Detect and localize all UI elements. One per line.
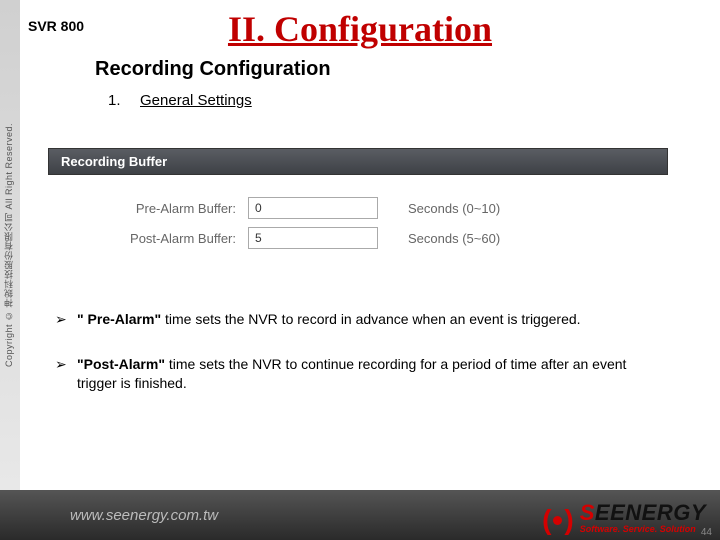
list-item: ➢ " Pre-Alarm" time sets the NVR to reco…: [55, 310, 665, 329]
brand-block: ( ) SEENERGY Software. Service. Solution: [542, 502, 706, 534]
panel-body: Pre-Alarm Buffer: Seconds (0~10) Post-Al…: [48, 175, 668, 267]
subtitle: Recording Configuration: [95, 58, 331, 81]
recording-buffer-panel: Recording Buffer Pre-Alarm Buffer: Secon…: [48, 148, 668, 267]
pre-alarm-unit: Seconds (0~10): [378, 201, 500, 216]
section-number: 1.: [108, 92, 121, 109]
post-alarm-input[interactable]: [248, 227, 378, 249]
logo-icon: ( ): [542, 506, 574, 534]
pre-alarm-input[interactable]: [248, 197, 378, 219]
page-number: 44: [701, 527, 712, 538]
post-alarm-label: Post-Alarm Buffer:: [68, 231, 248, 246]
section-label: General Settings: [140, 92, 252, 109]
panel-header: Recording Buffer: [48, 148, 668, 175]
pre-alarm-row: Pre-Alarm Buffer: Seconds (0~10): [68, 197, 648, 219]
arrow-icon: ➢: [55, 310, 77, 329]
page-title: II. Configuration: [0, 8, 720, 50]
post-alarm-row: Post-Alarm Buffer: Seconds (5~60): [68, 227, 648, 249]
brand-tagline: Software. Service. Solution: [580, 525, 706, 534]
list-item: ➢ "Post-Alarm" time sets the NVR to cont…: [55, 355, 665, 393]
copyright-strip: Copyright © 神銳科技股份有限公司 All Right Reserve…: [0, 0, 20, 490]
bullet-text-1: " Pre-Alarm" time sets the NVR to record…: [77, 310, 581, 329]
post-alarm-unit: Seconds (5~60): [378, 231, 500, 246]
pre-alarm-label: Pre-Alarm Buffer:: [68, 201, 248, 216]
footer-url: www.seenergy.com.tw: [70, 507, 218, 524]
brand-name: SEENERGY: [580, 502, 706, 524]
bullet-text-2: "Post-Alarm" time sets the NVR to contin…: [77, 355, 665, 393]
bullet-list: ➢ " Pre-Alarm" time sets the NVR to reco…: [55, 310, 665, 419]
arrow-icon: ➢: [55, 355, 77, 393]
